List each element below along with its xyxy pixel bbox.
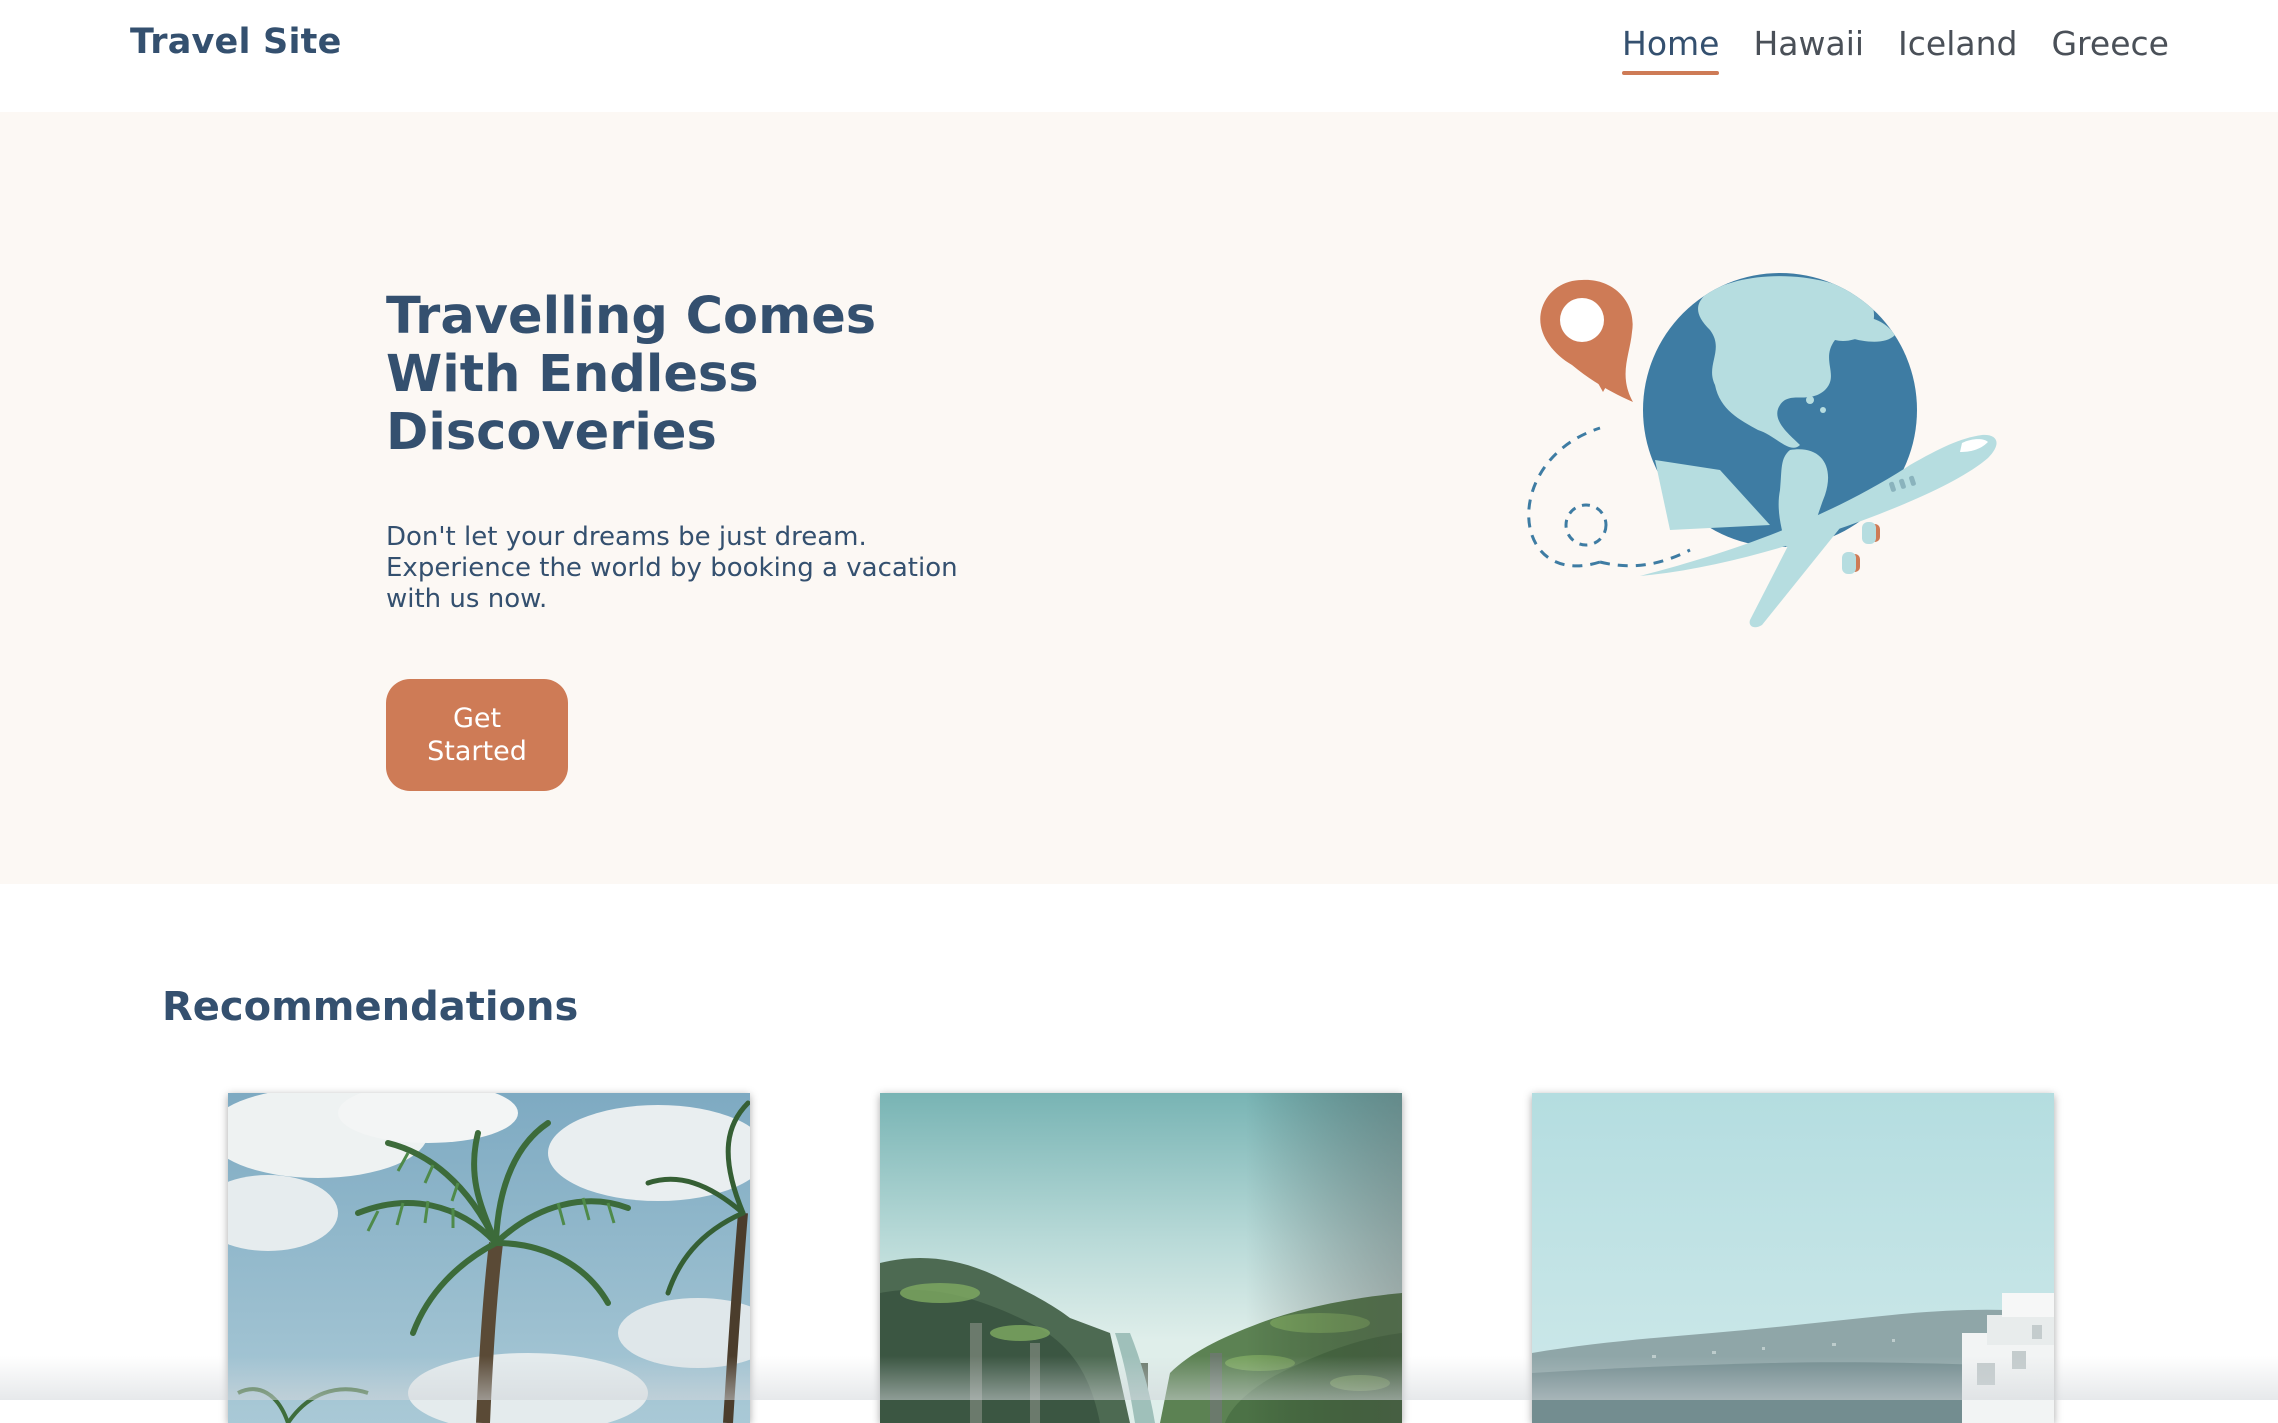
get-started-button[interactable]: Get Started: [386, 679, 568, 791]
site-logo[interactable]: Travel Site: [130, 22, 342, 62]
greece-coast-photo-icon: [1532, 1093, 2054, 1423]
recommendations-title: Recommendations: [162, 984, 578, 1030]
palm-trees-photo-icon: [228, 1093, 750, 1423]
hero-subtitle: Don't let your dreams be just dream. Exp…: [386, 522, 986, 615]
globe-airplane-illustration: [1490, 260, 2030, 710]
iceland-canyon-photo-icon: [880, 1093, 1402, 1423]
nav-greece[interactable]: Greece: [2051, 24, 2168, 71]
main-nav: Home Hawaii Iceland Greece: [1622, 24, 2203, 71]
travel-illustration-icon: [1490, 260, 2030, 710]
hero-title: Travelling Comes With Endless Discoverie…: [386, 288, 1006, 462]
nav-home[interactable]: Home: [1622, 24, 1719, 71]
nav-iceland[interactable]: Iceland: [1898, 24, 2017, 71]
nav-hawaii[interactable]: Hawaii: [1753, 24, 1864, 71]
recommendation-card-hawaii[interactable]: [228, 1093, 750, 1423]
hero-section: Travelling Comes With Endless Discoverie…: [0, 112, 2278, 884]
recommendation-card-greece[interactable]: [1532, 1093, 2054, 1423]
site-header: Travel Site Home Hawaii Iceland Greece: [0, 0, 2278, 112]
recommendation-card-iceland[interactable]: [880, 1093, 1402, 1423]
